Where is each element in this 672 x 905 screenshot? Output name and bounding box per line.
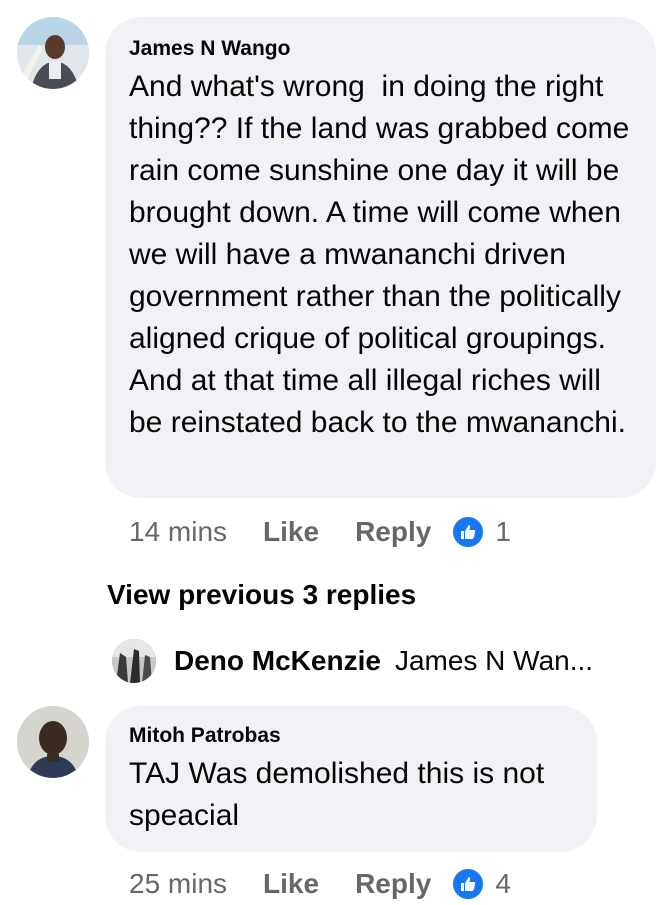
thumbs-up-icon[interactable]: [453, 869, 484, 899]
comment-bubble: James N Wango And what's wrong in doing …: [105, 17, 656, 498]
comment-author[interactable]: Mitoh Patrobas: [129, 724, 573, 748]
comment-bubble: Mitoh Patrobas TAJ Was demolished this i…: [105, 706, 597, 852]
reply-author[interactable]: Deno McKenzie: [174, 645, 381, 677]
latest-reply-preview[interactable]: Deno McKenzie James N Wan...: [112, 638, 593, 684]
comment-text: And what's wrong in doing the right thin…: [129, 70, 638, 439]
reaction-count[interactable]: 4: [495, 868, 511, 900]
avatar-james-n-wango[interactable]: [17, 17, 89, 89]
comment-timestamp[interactable]: 14 mins: [129, 516, 227, 548]
like-button[interactable]: Like: [263, 516, 319, 548]
comment-text: TAJ Was demolished this is not speacial: [129, 757, 553, 832]
view-previous-replies-link[interactable]: View previous 3 replies: [107, 578, 416, 612]
comment-actions: 25 mins Like Reply 4: [129, 864, 511, 904]
reply-button[interactable]: Reply: [355, 516, 431, 548]
comment-timestamp[interactable]: 25 mins: [129, 868, 227, 900]
comment-author[interactable]: James N Wango: [129, 37, 632, 61]
avatar-deno-mckenzie[interactable]: [112, 639, 156, 683]
comment-actions: 14 mins Like Reply 1: [129, 512, 511, 552]
reaction-count[interactable]: 1: [495, 516, 511, 548]
avatar-mitoh-patrobas[interactable]: [17, 706, 89, 778]
person-photo-icon: [112, 639, 156, 683]
like-button[interactable]: Like: [263, 868, 319, 900]
reply-button[interactable]: Reply: [355, 868, 431, 900]
reply-snippet[interactable]: James N Wan...: [395, 645, 593, 677]
thumbs-up-icon[interactable]: [453, 517, 484, 547]
person-photo-icon: [17, 17, 89, 89]
person-photo-icon: [17, 706, 89, 778]
